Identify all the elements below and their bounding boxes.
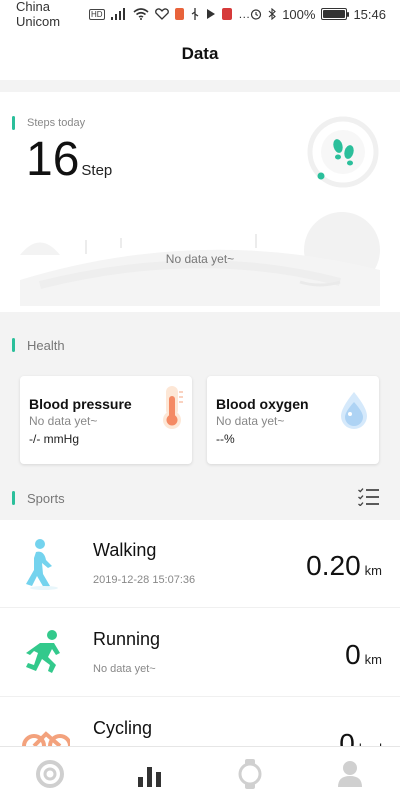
page-title: Data [181, 44, 219, 63]
nav-profile[interactable] [320, 754, 380, 794]
sport-name: Cycling [93, 718, 153, 738]
page-header: Data [0, 28, 400, 80]
walking-icon [26, 539, 58, 590]
nav-data[interactable] [120, 754, 180, 794]
person-icon [338, 760, 362, 787]
sport-row-walking[interactable]: Walking 2019-12-28 15:07:36 0.20 km [0, 520, 400, 608]
card-value: --% [216, 432, 235, 446]
nav-home[interactable] [20, 754, 80, 794]
more-dots-icon: … [238, 7, 251, 21]
clock-time: 15:46 [353, 6, 386, 22]
status-bar: China Unicom HD … 100% 15:46 [0, 0, 400, 29]
status-left: China Unicom HD … [16, 0, 250, 29]
bluetooth-icon [268, 8, 277, 20]
sport-value-unit: km [364, 563, 382, 578]
sport-timestamp: 2019-12-28 15:07:36 [93, 574, 196, 586]
card-value: -/- mmHg [29, 432, 79, 446]
huawei-app-icon [222, 8, 233, 20]
carrier-name: China Unicom [16, 0, 61, 29]
steps-label-row: Steps today [12, 116, 85, 130]
ring-icon [36, 759, 64, 788]
cycling-icon [22, 731, 70, 746]
blood-oxygen-card[interactable]: Blood oxygen No data yet~ --% [207, 376, 379, 464]
card-title: Blood oxygen [216, 396, 309, 412]
steps-progress-ring [307, 116, 379, 188]
sport-name: Running [93, 629, 161, 649]
alarm-icon [250, 8, 262, 20]
steps-card[interactable]: Steps today 16 Step No data yet~ [0, 92, 400, 312]
steps-value-row: 16 Step [26, 136, 112, 184]
status-right: 100% 15:46 [250, 7, 386, 22]
accent-bar [12, 491, 15, 505]
battery-percent: 100% [282, 6, 316, 22]
sport-name: Walking [93, 540, 157, 560]
sport-row-running[interactable]: Running No data yet~ 0 km [0, 609, 400, 697]
sport-value-number: 0 [345, 639, 361, 670]
nav-device[interactable] [220, 754, 280, 794]
wifi-icon [132, 8, 149, 20]
thermometer-icon [163, 386, 183, 429]
sport-row-cycling[interactable]: Cycling 0 kcal [0, 698, 400, 746]
sport-value-unit: km [364, 652, 382, 667]
health-section-title: Health [27, 337, 65, 353]
steps-label: Steps today [27, 117, 86, 129]
health-app-icon [154, 8, 169, 20]
health-section-header: Health [0, 325, 400, 365]
card-title: Blood pressure [29, 396, 132, 412]
sport-value-number: 0 [339, 728, 355, 746]
accent-bar [12, 116, 15, 130]
bar-chart-icon [138, 766, 161, 787]
sports-list: Walking 2019-12-28 15:07:36 0.20 km Runn… [0, 520, 400, 746]
water-drop-icon [341, 392, 367, 429]
signal-icon [110, 8, 127, 20]
card-status: No data yet~ [29, 414, 98, 428]
steps-no-data: No data yet~ [165, 252, 235, 266]
battery-fill [323, 10, 346, 18]
accent-bar [12, 338, 15, 352]
list-check-icon[interactable] [358, 488, 380, 506]
sport-status: No data yet~ [93, 663, 156, 675]
steps-value: 16 [26, 133, 80, 186]
card-status: No data yet~ [216, 414, 285, 428]
play-icon [206, 8, 216, 20]
hd-icon: HD [88, 8, 105, 20]
steps-unit: Step [81, 162, 113, 179]
sports-section-title: Sports [27, 490, 65, 506]
battery-icon [321, 8, 350, 20]
bottom-navigation [0, 746, 400, 800]
sport-value: 0 kcal [339, 728, 382, 746]
sport-value-number: 0.20 [306, 550, 361, 581]
sport-value: 0.20 km [306, 550, 382, 582]
running-icon [26, 630, 60, 673]
sports-section-header: Sports [0, 478, 400, 518]
sport-value: 0 km [345, 639, 382, 671]
watch-icon [238, 758, 262, 789]
usb-icon [190, 8, 200, 20]
blood-pressure-card[interactable]: Blood pressure No data yet~ -/- mmHg [20, 376, 192, 464]
app-notification-icon [174, 8, 185, 20]
